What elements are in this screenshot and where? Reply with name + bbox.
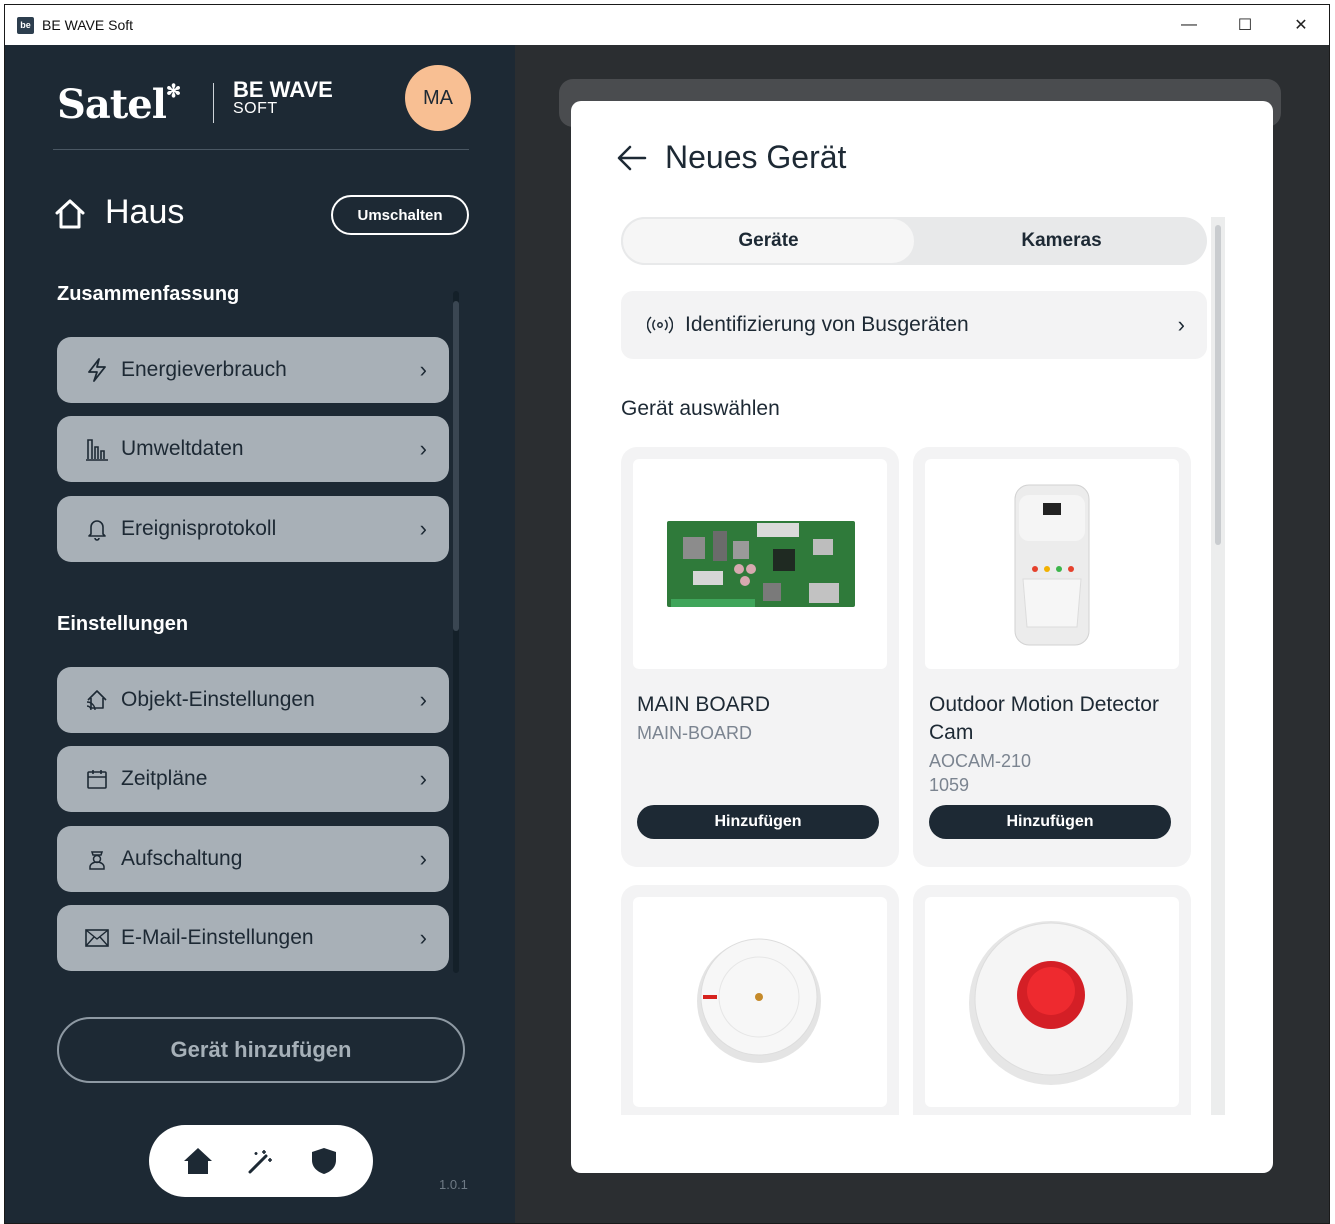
bell-icon bbox=[83, 517, 111, 541]
chevron-right-icon: › bbox=[419, 846, 427, 871]
maximize-icon: ☐ bbox=[1237, 17, 1253, 34]
chevron-right-icon: › bbox=[419, 357, 427, 382]
mail-icon bbox=[83, 929, 111, 947]
device-model: AOCAM-210 bbox=[929, 751, 1032, 771]
device-name: Outdoor Motion Detector Cam bbox=[929, 693, 1159, 744]
smoke-detector-image bbox=[697, 938, 821, 1063]
chevron-right-icon: › bbox=[419, 436, 427, 461]
tab-devices[interactable]: Geräte bbox=[621, 217, 916, 265]
back-arrow-icon[interactable] bbox=[615, 141, 649, 175]
bottom-nav bbox=[149, 1125, 373, 1197]
dialog-title: Neues Gerät bbox=[665, 139, 847, 175]
logo-divider bbox=[213, 83, 214, 123]
avatar[interactable]: MA bbox=[405, 65, 471, 131]
select-device-title: Gerät auswählen bbox=[621, 397, 780, 420]
window-title: BE WAVE Soft bbox=[42, 17, 134, 33]
settings-title: Einstellungen bbox=[57, 613, 189, 635]
nav-item-schedules[interactable]: Zeitpläne › bbox=[57, 746, 449, 812]
app-icon: be bbox=[17, 16, 34, 34]
magic-wand-icon[interactable] bbox=[241, 1141, 281, 1181]
main-area: Neues Gerät Geräte Kameras Identifizieru… bbox=[515, 45, 1329, 1223]
broadcast-icon bbox=[647, 315, 673, 335]
home-header: Haus Umschalten bbox=[53, 193, 469, 237]
add-device-card-button[interactable]: Hinzufügen bbox=[929, 805, 1171, 839]
scrollbar-thumb[interactable] bbox=[453, 301, 459, 631]
app-window: be BE WAVE Soft — ☐ ✕ Satel✻ BE WAVE SOF… bbox=[4, 4, 1330, 1224]
device-model: MAIN-BOARD bbox=[637, 723, 753, 743]
nav-item-label: Energieverbrauch bbox=[121, 358, 287, 381]
dialog-header: Neues Gerät bbox=[615, 139, 846, 176]
home-icon[interactable] bbox=[178, 1141, 218, 1181]
switch-button[interactable]: Umschalten bbox=[331, 195, 469, 235]
minimize-button[interactable]: — bbox=[1161, 5, 1217, 45]
guard-icon bbox=[83, 847, 111, 871]
siren-image bbox=[969, 921, 1133, 1085]
device-serial: 1059 bbox=[929, 775, 970, 795]
brand-header: Satel✻ BE WAVE SOFT MA bbox=[53, 65, 471, 147]
home-outline-icon bbox=[55, 199, 85, 229]
add-device-button[interactable]: Gerät hinzufügen bbox=[57, 1017, 465, 1083]
nav-item-environment[interactable]: Umweltdaten › bbox=[57, 416, 449, 482]
nav-item-email-settings[interactable]: E-Mail-Einstellungen › bbox=[57, 905, 449, 971]
add-device-card-button[interactable]: Hinzufügen bbox=[637, 805, 879, 839]
circuit-board-image bbox=[667, 521, 855, 607]
device-tabs: Geräte Kameras bbox=[621, 217, 1207, 265]
bus-identification-label: Identifizierung von Busgeräten bbox=[685, 313, 969, 336]
device-image bbox=[925, 459, 1179, 669]
close-icon: ✕ bbox=[1294, 17, 1308, 34]
dialog-scrollbar[interactable] bbox=[1211, 217, 1225, 1115]
maximize-button[interactable]: ☐ bbox=[1217, 5, 1273, 45]
nav-item-event-log[interactable]: Ereignisprotokoll › bbox=[57, 496, 449, 562]
chevron-right-icon: › bbox=[419, 687, 427, 712]
nav-item-label: Objekt-Einstellungen bbox=[121, 688, 315, 711]
bar-chart-icon bbox=[83, 437, 111, 461]
product-logo-sub: SOFT bbox=[233, 100, 278, 117]
product-logo: BE WAVE bbox=[233, 77, 333, 102]
device-image bbox=[633, 459, 887, 669]
nav-item-label: Ereignisprotokoll bbox=[121, 517, 277, 540]
device-image bbox=[925, 897, 1179, 1107]
title-bar: be BE WAVE Soft — ☐ ✕ bbox=[5, 5, 1329, 45]
calendar-icon bbox=[83, 768, 111, 790]
nav-item-label: E-Mail-Einstellungen bbox=[121, 926, 314, 949]
tab-cameras[interactable]: Kameras bbox=[916, 217, 1207, 265]
chevron-right-icon: › bbox=[419, 925, 427, 950]
list-bottom-mask bbox=[615, 1115, 1215, 1173]
sidebar-scrollbar[interactable] bbox=[453, 291, 459, 973]
nav-item-energy[interactable]: Energieverbrauch › bbox=[57, 337, 449, 403]
device-image bbox=[633, 897, 887, 1107]
home-title: Haus bbox=[105, 193, 185, 231]
nav-item-label: Umweltdaten bbox=[121, 437, 244, 460]
house-signal-icon bbox=[83, 688, 111, 712]
chevron-right-icon: › bbox=[1177, 312, 1185, 337]
version-label: 1.0.1 bbox=[439, 1177, 468, 1192]
sidebar: Satel✻ BE WAVE SOFT MA Haus Umschalten Z… bbox=[5, 45, 515, 1223]
window-controls: — ☐ ✕ bbox=[1161, 5, 1329, 45]
chevron-right-icon: › bbox=[419, 516, 427, 541]
close-window-button[interactable]: ✕ bbox=[1273, 5, 1329, 45]
bus-identification-row[interactable]: Identifizierung von Busgeräten › bbox=[621, 291, 1207, 359]
device-card-motion-detector: Outdoor Motion Detector Cam AOCAM-210 10… bbox=[913, 447, 1191, 867]
nav-item-label: Zeitpläne bbox=[121, 767, 208, 790]
shield-icon[interactable] bbox=[304, 1141, 344, 1181]
divider bbox=[53, 149, 469, 150]
chevron-right-icon: › bbox=[419, 766, 427, 791]
nav-item-monitoring[interactable]: Aufschaltung › bbox=[57, 826, 449, 892]
summary-title: Zusammenfassung bbox=[57, 283, 240, 305]
nav-item-label: Aufschaltung bbox=[121, 847, 243, 870]
minimize-icon: — bbox=[1181, 16, 1197, 33]
scrollbar-thumb[interactable] bbox=[1215, 225, 1221, 545]
device-name: MAIN BOARD bbox=[637, 693, 771, 716]
device-card-main-board: MAIN BOARD MAIN-BOARD Hinzufügen bbox=[621, 447, 899, 867]
motion-detector-image bbox=[1014, 484, 1090, 646]
satel-logo: Satel✻ bbox=[57, 81, 181, 128]
nav-item-object-settings[interactable]: Objekt-Einstellungen › bbox=[57, 667, 449, 733]
lightning-icon bbox=[83, 358, 111, 382]
new-device-dialog: Neues Gerät Geräte Kameras Identifizieru… bbox=[571, 101, 1273, 1173]
